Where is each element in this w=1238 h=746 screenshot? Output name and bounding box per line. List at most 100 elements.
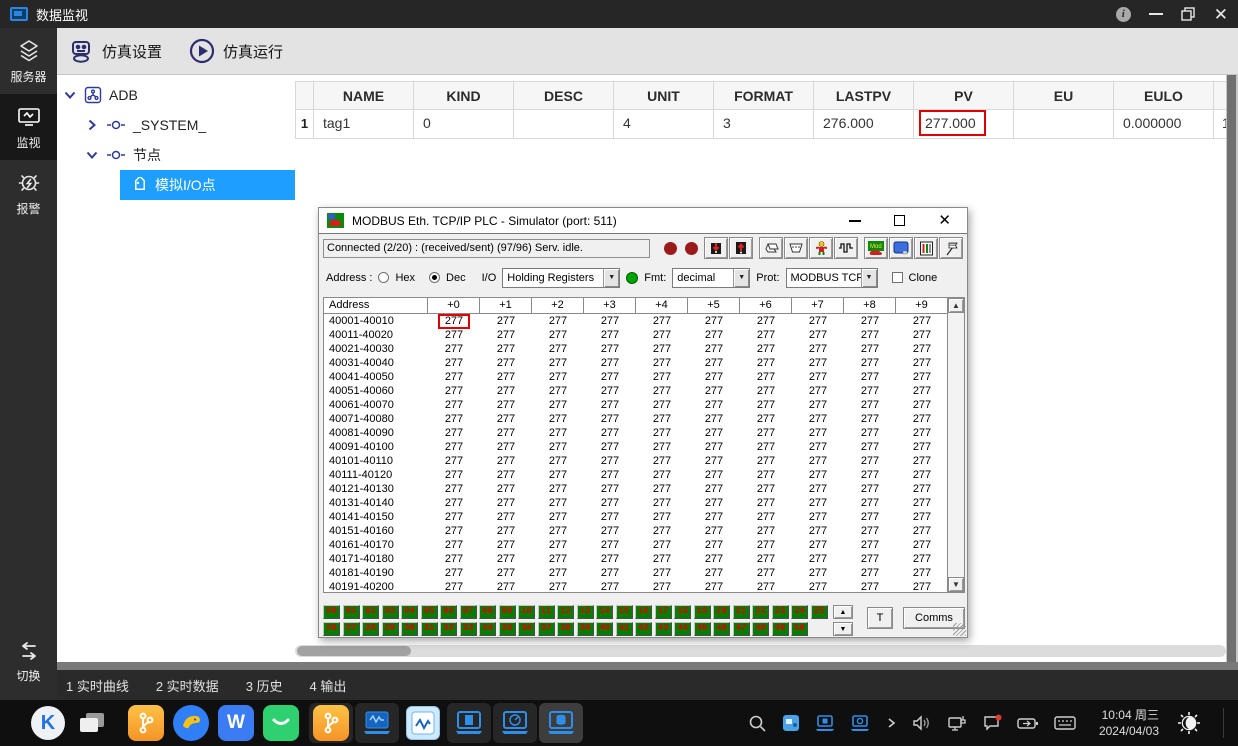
station-button-06[interactable]: 06 xyxy=(440,605,457,619)
close-button[interactable]: ✕ xyxy=(1214,6,1228,23)
taskbar-app-scada[interactable] xyxy=(401,703,445,743)
grid-value-cell[interactable]: 277 xyxy=(844,328,896,342)
hex-label[interactable]: Hex xyxy=(395,272,415,284)
cell-eu[interactable] xyxy=(1013,110,1113,139)
station-button-42[interactable]: 42 xyxy=(635,622,652,636)
station-button-39[interactable]: 39 xyxy=(577,622,594,636)
grid-value-cell[interactable]: 277 xyxy=(532,580,584,593)
station-button-01[interactable]: 01 xyxy=(343,605,360,619)
network-icon[interactable] xyxy=(947,714,967,732)
taskbar-clock[interactable]: 10:04 周三 2024/04/03 xyxy=(1099,707,1159,739)
sim-run-button[interactable]: 仿真运行 xyxy=(188,37,283,65)
grid-value-cell[interactable]: 277 xyxy=(792,356,844,370)
simulator-close-button[interactable]: ✕ xyxy=(938,214,951,228)
grid-value-cell[interactable]: 277 xyxy=(792,328,844,342)
grid-value-cell[interactable]: 277 xyxy=(480,440,532,454)
station-button-34[interactable]: 34 xyxy=(479,622,496,636)
station-button-50[interactable]: 50 xyxy=(791,622,808,636)
tray-laptop-circle-icon[interactable] xyxy=(850,715,870,732)
grid-value-cell[interactable]: 277 xyxy=(688,524,740,538)
grid-row[interactable]: 40051-4006027727727727727727727727727727… xyxy=(324,384,964,398)
grid-value-cell[interactable]: 277 xyxy=(428,314,480,328)
grid-value-cell[interactable]: 277 xyxy=(584,342,636,356)
grid-value-cell[interactable]: 277 xyxy=(532,524,584,538)
station-button-41[interactable]: 41 xyxy=(616,622,633,636)
grid-value-cell[interactable]: 277 xyxy=(532,468,584,482)
grid-value-cell[interactable]: 277 xyxy=(688,538,740,552)
simulator-titlebar[interactable]: MODBUS Eth. TCP/IP PLC - Simulator (port… xyxy=(319,208,967,234)
minimize-button[interactable] xyxy=(1149,13,1163,15)
grid-value-cell[interactable]: 277 xyxy=(428,580,480,593)
cell-format[interactable]: 3 xyxy=(713,110,813,139)
grid-value-cell[interactable]: 277 xyxy=(532,552,584,566)
scroll-up-icon[interactable]: ▲ xyxy=(948,298,964,313)
grid-value-cell[interactable]: 277 xyxy=(636,468,688,482)
grid-value-cell[interactable]: 277 xyxy=(740,482,792,496)
restore-button[interactable] xyxy=(1181,7,1196,21)
station-button-22[interactable]: 22 xyxy=(752,605,769,619)
taskbar-app-trend[interactable] xyxy=(355,703,399,743)
grid-value-cell[interactable]: 277 xyxy=(792,370,844,384)
grid-value-cell[interactable]: 277 xyxy=(688,328,740,342)
theme-toggle-icon[interactable] xyxy=(1174,708,1204,738)
grid-value-cell[interactable]: 277 xyxy=(844,342,896,356)
table-row[interactable]: 1 tag1 0 4 3 276.000 277.000 0.000000 10 xyxy=(295,110,1226,139)
grid-row[interactable]: 40021-4003027727727727727727727727727727… xyxy=(324,342,964,356)
tray-expand-icon[interactable] xyxy=(885,716,897,730)
sidebar-item-monitor[interactable]: 监视 xyxy=(0,94,57,160)
grid-value-cell[interactable]: 277 xyxy=(532,398,584,412)
sidebar-item-switch[interactable]: 切换 xyxy=(0,629,57,700)
grid-value-cell[interactable]: 277 xyxy=(584,482,636,496)
grid-value-cell[interactable]: 277 xyxy=(428,356,480,370)
grid-value-cell[interactable]: 277 xyxy=(532,342,584,356)
modbus-simulator-window[interactable]: MODBUS Eth. TCP/IP PLC - Simulator (port… xyxy=(318,207,968,638)
station-button-02[interactable]: 02 xyxy=(362,605,379,619)
grid-scrollbar[interactable]: ▲ ▼ xyxy=(947,298,964,592)
spin-down-icon[interactable]: ▼ xyxy=(833,622,853,636)
station-button-14[interactable]: 14 xyxy=(596,605,613,619)
simulator-minimize-button[interactable] xyxy=(849,220,861,222)
grid-value-cell[interactable]: 277 xyxy=(792,426,844,440)
grid-value-cell[interactable]: 277 xyxy=(688,314,740,328)
grid-value-cell[interactable]: 277 xyxy=(636,454,688,468)
grid-row[interactable]: 40101-4011027727727727727727727727727727… xyxy=(324,454,964,468)
grid-row[interactable]: 40191-4020027727727727727727727727727727… xyxy=(324,580,964,593)
grid-value-cell[interactable]: 277 xyxy=(584,314,636,328)
grid-value-cell[interactable]: 277 xyxy=(896,482,948,496)
station-button-15[interactable]: 15 xyxy=(616,605,633,619)
dropdown-arrow-icon[interactable]: ▼ xyxy=(603,269,619,287)
statusbar-item[interactable]: 2 实时数据 xyxy=(156,676,219,695)
station-button-25[interactable]: 25 xyxy=(811,605,828,619)
cell-eulo[interactable]: 0.000000 xyxy=(1113,110,1213,139)
grid-value-cell[interactable]: 277 xyxy=(584,580,636,593)
grid-value-cell[interactable]: 277 xyxy=(480,580,532,593)
tree-leaf-analog-io[interactable]: 模拟I/O点 xyxy=(120,170,295,200)
grid-value-cell[interactable]: 277 xyxy=(636,342,688,356)
grid-value-cell[interactable]: 277 xyxy=(636,510,688,524)
grid-value-cell[interactable]: 277 xyxy=(480,384,532,398)
grid-value-cell[interactable]: 277 xyxy=(896,342,948,356)
grid-value-cell[interactable]: 277 xyxy=(480,342,532,356)
grid-value-cell[interactable]: 277 xyxy=(688,454,740,468)
grid-value-cell[interactable]: 277 xyxy=(792,538,844,552)
grid-value-cell[interactable]: 277 xyxy=(532,482,584,496)
grid-row[interactable]: 40041-4005027727727727727727727727727727… xyxy=(324,370,964,384)
station-button-04[interactable]: 04 xyxy=(401,605,418,619)
station-button-48[interactable]: 48 xyxy=(752,622,769,636)
column-header-kind[interactable]: KIND xyxy=(413,81,513,110)
t-button[interactable]: T xyxy=(867,607,893,629)
serial-port-button[interactable] xyxy=(784,237,808,259)
grid-value-cell[interactable]: 277 xyxy=(584,552,636,566)
grid-value-cell[interactable]: 277 xyxy=(740,552,792,566)
station-button-12[interactable]: 12 xyxy=(557,605,574,619)
grid-value-cell[interactable]: 277 xyxy=(480,552,532,566)
station-button-31[interactable]: 31 xyxy=(421,622,438,636)
grid-value-cell[interactable]: 277 xyxy=(480,538,532,552)
grid-value-cell[interactable]: 277 xyxy=(636,426,688,440)
grid-value-cell[interactable]: 277 xyxy=(480,482,532,496)
statusbar-item[interactable]: 3 历史 xyxy=(246,676,283,695)
grid-value-cell[interactable]: 277 xyxy=(792,524,844,538)
grid-value-cell[interactable]: 277 xyxy=(896,412,948,426)
grid-value-cell[interactable]: 277 xyxy=(740,524,792,538)
grid-value-cell[interactable]: 277 xyxy=(792,482,844,496)
